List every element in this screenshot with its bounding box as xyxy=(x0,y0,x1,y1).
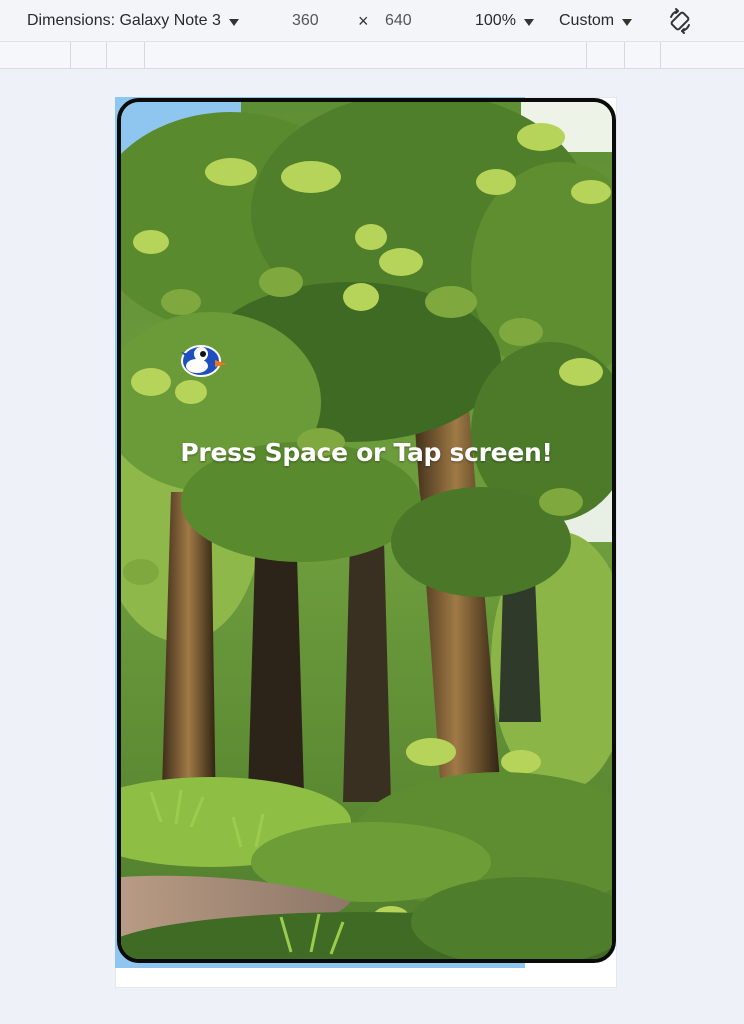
forest-background xyxy=(121,102,612,959)
bird-icon xyxy=(181,345,227,377)
chevron-down-icon xyxy=(523,18,534,26)
chevron-down-icon xyxy=(622,18,633,26)
times-label: × xyxy=(358,10,369,31)
device-dimensions-label: Dimensions: Galaxy Note 3 xyxy=(27,12,221,29)
device-dimensions-dropdown[interactable]: Dimensions: Galaxy Note 3 xyxy=(27,0,239,42)
zoom-dropdown[interactable]: 100% xyxy=(475,0,534,42)
ruler-segment[interactable] xyxy=(624,42,660,69)
start-prompt: Press Space or Tap screen! xyxy=(180,438,553,467)
zoom-label: 100% xyxy=(475,12,516,29)
throttle-dropdown[interactable]: Custom xyxy=(559,0,633,42)
height-value: 640 xyxy=(385,12,412,29)
ruler-segment[interactable] xyxy=(70,42,106,69)
ruler-segment[interactable] xyxy=(660,42,661,69)
media-query-ruler xyxy=(0,42,744,69)
ruler-segment[interactable] xyxy=(144,42,145,69)
game-canvas[interactable]: Press Space or Tap screen! xyxy=(117,98,616,963)
width-value: 360 xyxy=(292,12,319,29)
ruler-segment[interactable] xyxy=(586,42,624,69)
device-toolbar: Dimensions: Galaxy Note 3 360 × 640 100%… xyxy=(0,0,744,42)
width-input[interactable]: 360 xyxy=(292,0,319,42)
rotate-icon xyxy=(670,8,690,34)
ruler-segment[interactable] xyxy=(106,42,144,69)
height-input[interactable]: 640 xyxy=(385,0,412,42)
chevron-down-icon xyxy=(228,18,239,26)
times-separator: × xyxy=(358,0,369,42)
throttle-label: Custom xyxy=(559,12,615,29)
rotate-button[interactable] xyxy=(666,0,694,42)
